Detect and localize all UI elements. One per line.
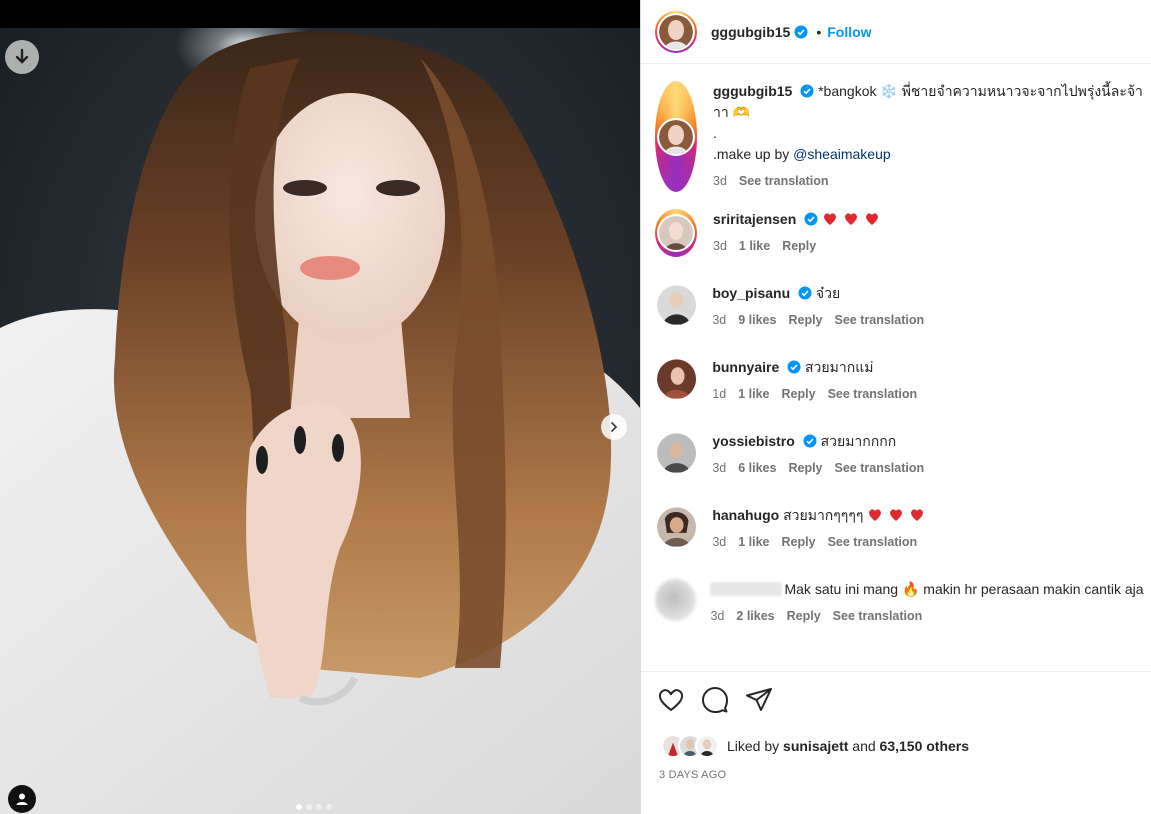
comment-timestamp[interactable]: 1d (712, 384, 726, 405)
liked-by-user[interactable]: sunisajett (783, 738, 848, 754)
share-icon[interactable] (745, 686, 773, 714)
comment-username[interactable]: sriritajensen (713, 211, 796, 227)
user-tag-icon (16, 793, 28, 805)
see-translation-link[interactable]: See translation (835, 310, 925, 331)
caption-username[interactable]: gggubgib15 (713, 83, 792, 99)
comment-item: bunnyaire สวยมากแม่ 1d 1 like Reply See … (655, 357, 1145, 405)
see-translation-link[interactable]: See translation (739, 171, 829, 192)
verified-badge-icon (804, 212, 818, 226)
comment-timestamp[interactable]: 3d (710, 606, 724, 627)
comment-timestamp[interactable]: 3d (712, 458, 726, 479)
portrait-illustration (0, 31, 640, 814)
avatar (659, 119, 693, 154)
comment-item: boy_pisanu จ๋วย 3d 9 likes Reply See tra… (655, 283, 1145, 331)
likes-summary: Liked by sunisajett and 63,150 others (661, 734, 969, 758)
see-translation-link[interactable]: See translation (828, 384, 918, 405)
commenter-avatar[interactable] (655, 579, 697, 621)
author-username[interactable]: gggubgib15 (711, 24, 790, 40)
liker-avatars (661, 734, 719, 758)
author-avatar-ring[interactable] (655, 10, 697, 53)
verified-badge-icon (787, 360, 801, 374)
reply-button[interactable]: Reply (787, 606, 821, 627)
avatar (659, 14, 693, 49)
download-icon (15, 48, 29, 64)
comment-username[interactable]: hanahugo (712, 507, 779, 523)
comment-icon[interactable] (701, 686, 729, 714)
comment-timestamp[interactable]: 3d (712, 532, 726, 553)
comment-text: จ๋วย (815, 285, 841, 301)
reply-button[interactable]: Reply (788, 458, 822, 479)
caption-timestamp[interactable]: 3d (713, 171, 727, 192)
heart-icon[interactable] (657, 686, 685, 714)
caption-text-prefix: .make up by (713, 146, 794, 162)
caption-text-line2: . (713, 125, 717, 141)
comment-username[interactable]: bunnyaire (712, 359, 779, 375)
post-side-panel: gggubgib15 • Follow gggubgib15 *bangkok … (640, 0, 1151, 814)
caption-mention-link[interactable]: @sheaimakeup (793, 146, 891, 162)
comment-likes[interactable]: 2 likes (736, 606, 774, 627)
post-timestamp[interactable]: 3 DAYS AGO (659, 769, 726, 781)
download-button[interactable] (5, 40, 39, 74)
reply-button[interactable]: Reply (782, 532, 816, 553)
commenter-avatar[interactable] (657, 285, 697, 325)
verified-badge-icon (798, 286, 812, 300)
comment-item: sriritajensen 3d 1 like Reply (655, 209, 1145, 257)
comment-likes[interactable]: 1 like (738, 532, 769, 553)
carousel-dot (306, 804, 312, 810)
verified-badge-icon (803, 434, 817, 448)
reply-button[interactable]: Reply (788, 310, 822, 331)
commenter-avatar[interactable] (657, 507, 697, 547)
liked-by-and: and (852, 738, 876, 754)
verified-badge-icon (794, 25, 808, 38)
next-media-button[interactable] (601, 414, 627, 440)
commenter-avatar[interactable] (657, 359, 697, 399)
comment-text: สวยมากๆๆๆๆ (783, 507, 864, 523)
comment-likes[interactable]: 6 likes (738, 458, 776, 479)
heart-emoji-icon (824, 213, 878, 225)
comment-username[interactable]: boy_pisanu (712, 285, 790, 301)
caption-avatar[interactable] (655, 81, 697, 192)
comment-likes[interactable]: 1 like (739, 236, 770, 257)
see-translation-link[interactable]: See translation (828, 532, 918, 553)
heart-emoji-icon (869, 509, 924, 521)
post-photo (0, 28, 640, 814)
post-header: gggubgib15 • Follow (641, 0, 1151, 64)
avatar[interactable] (695, 734, 719, 758)
comment-item: yossiebistro สวยมากกกก 3d 6 likes Reply … (655, 431, 1145, 479)
tagged-users-button[interactable] (8, 785, 36, 813)
post-actions: Liked by sunisajett and 63,150 others 3 … (641, 671, 1151, 814)
comment-username[interactable]: yossiebistro (712, 433, 794, 449)
post-caption: gggubgib15 *bangkok ❄️ พี่ชายจำความหนาวจ… (655, 81, 1145, 192)
comment-likes[interactable]: 1 like (738, 384, 769, 405)
reply-button[interactable]: Reply (782, 384, 816, 405)
comment-item: hanahugo สวยมากๆๆๆๆ 3d 1 like Reply See … (655, 505, 1145, 553)
carousel-dot (296, 804, 302, 810)
header-separator: • (816, 23, 822, 40)
liked-by-count[interactable]: 63,150 others (880, 738, 970, 754)
post-dialog: gggubgib15 • Follow gggubgib15 *bangkok … (0, 0, 1151, 814)
verified-badge-icon (800, 84, 814, 98)
post-media (0, 0, 640, 814)
comment-timestamp[interactable]: 3d (712, 310, 726, 331)
comment-timestamp[interactable]: 3d (713, 236, 727, 257)
liked-by-prefix: Liked by (727, 738, 780, 754)
commenter-avatar[interactable] (655, 209, 697, 257)
carousel-dot (316, 804, 322, 810)
avatar (659, 216, 693, 250)
see-translation-link[interactable]: See translation (835, 458, 925, 479)
see-translation-link[interactable]: See translation (833, 606, 923, 627)
comment-text: สวยมากกกก (820, 433, 897, 449)
commenter-avatar[interactable] (657, 433, 697, 473)
chevron-right-icon (611, 422, 618, 432)
follow-button[interactable]: Follow (827, 24, 871, 40)
comment-item: Mak satu ini mang 🔥 makin hr perasaan ma… (655, 579, 1145, 627)
comment-text: Mak satu ini mang 🔥 makin hr perasaan ma… (784, 581, 1144, 597)
comment-likes[interactable]: 9 likes (738, 310, 776, 331)
carousel-dot (326, 804, 332, 810)
comment-username-redacted[interactable] (710, 582, 783, 596)
reply-button[interactable]: Reply (782, 236, 816, 257)
carousel-indicator (296, 804, 332, 810)
comment-text: สวยมากแม่ (805, 359, 874, 375)
comments-list[interactable]: gggubgib15 *bangkok ❄️ พี่ชายจำความหนาวจ… (641, 65, 1151, 671)
